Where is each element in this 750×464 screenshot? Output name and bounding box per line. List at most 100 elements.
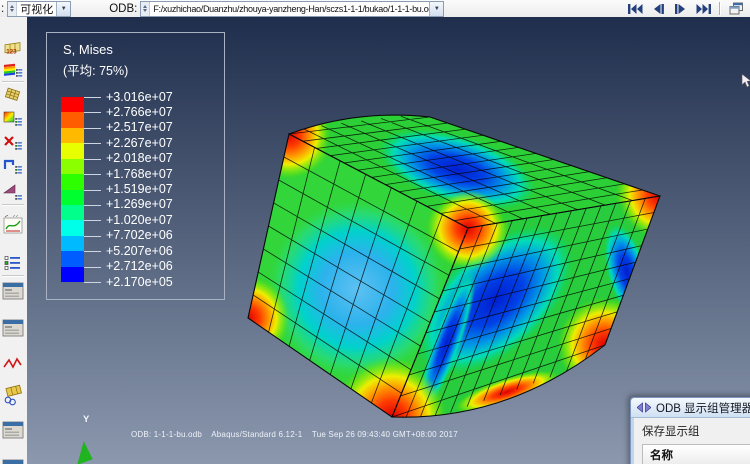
- toolbox-button-6[interactable]: [2, 157, 24, 178]
- legend-value: +2.170e+05: [106, 274, 173, 289]
- toolbox-separator: [2, 275, 24, 277]
- next-frame-icon: [674, 3, 685, 14]
- chevron-down-icon[interactable]: ▼: [56, 1, 71, 16]
- legend-swatch: [61, 143, 84, 159]
- spectrum-list-icon: [4, 63, 23, 77]
- legend-value: +2.517e+07: [106, 120, 173, 135]
- legend-tick: [84, 220, 101, 222]
- legend-value: +2.712e+06: [106, 259, 173, 274]
- legend-tick: [84, 112, 101, 114]
- ramp-options-icon: [3, 183, 22, 200]
- context-toolbar: : 可视化 ▼ ODB: F:/xuzhichao/Duanzhu/zhouya…: [0, 0, 750, 18]
- contour-legend: S, Mises (平均: 75%) +3.016e+07 +2.766e+07 +…: [46, 32, 225, 300]
- toolbox-button-8[interactable]: [2, 213, 24, 237]
- toolbox-button-12[interactable]: [2, 355, 24, 371]
- previous-frame-button[interactable]: [646, 0, 669, 17]
- linked-viewports-button[interactable]: [725, 0, 748, 17]
- legend-value: +2.766e+07: [106, 104, 173, 119]
- toolbox-button-13[interactable]: [2, 383, 24, 407]
- legend-tick: [84, 251, 101, 253]
- toolbox-button-2[interactable]: [2, 59, 24, 80]
- toolbox-button-7[interactable]: [2, 180, 24, 201]
- legend-swatch: [61, 112, 84, 128]
- legend-tick: [84, 204, 101, 206]
- view-cut-options-icon: [3, 159, 22, 174]
- legend-swatch: [61, 251, 84, 267]
- legend-swatch: [61, 266, 84, 283]
- odb-path-combo[interactable]: F:/xuzhichao/Duanzhu/zhouya-yanzheng-Han…: [140, 0, 445, 17]
- first-frame-button[interactable]: [623, 0, 646, 17]
- legend-value: +2.018e+07: [106, 151, 173, 166]
- legend-tick: [84, 266, 101, 268]
- legend-tick: [84, 282, 101, 283]
- frame-navigation: [623, 0, 750, 17]
- legend-value: +7.702e+06: [106, 228, 173, 243]
- legend-scale: +3.016e+07 +2.766e+07 +2.517e+07 +2.267e+07…: [61, 90, 221, 292]
- legend-value: +1.768e+07: [106, 166, 173, 181]
- dialog-title: ODB 显示组管理器: [656, 402, 750, 415]
- abaqus-viewer-window: : 可视化 ▼ ODB: F:/xuzhichao/Duanzhu/zhouya…: [0, 0, 750, 464]
- next-frame-button[interactable]: [669, 0, 692, 17]
- legend-value: +5.207e+06: [106, 243, 173, 258]
- odb-path-value: F:/xuzhichao/Duanzhu/zhouya-yanzheng-Han…: [153, 3, 430, 14]
- toolbox-button-14[interactable]: [2, 419, 24, 440]
- toolbox-button-15[interactable]: [2, 457, 24, 464]
- dialog-window-icon: [2, 282, 24, 299]
- legend-value: +1.269e+07: [106, 197, 173, 212]
- deformed-mesh-icon: [4, 87, 21, 101]
- legend-swatch: [61, 220, 84, 236]
- module-label: :: [1, 2, 5, 15]
- legend-tick: [84, 127, 101, 129]
- legend-swatch: [61, 174, 84, 190]
- legend-tick: [84, 189, 101, 191]
- legend-value: +1.020e+07: [106, 212, 173, 227]
- mouse-cursor-icon: [741, 74, 750, 88]
- delete-result-icon: [4, 135, 22, 150]
- toolbox-button-3[interactable]: [2, 85, 24, 106]
- chevron-down-icon[interactable]: ▼: [429, 1, 444, 16]
- legend-tick: [84, 143, 101, 145]
- dialog-window-icon: [2, 459, 24, 464]
- dialog-window-icon: [2, 421, 24, 438]
- last-frame-button[interactable]: [692, 0, 715, 17]
- triad-arrow-icon: [77, 441, 93, 464]
- legend-swatch: [61, 127, 84, 144]
- toolbar-separator: [719, 2, 721, 15]
- legend-value: +2.267e+07: [106, 135, 173, 150]
- toolbox-button-9[interactable]: [2, 255, 24, 271]
- legend-swatch: [61, 158, 84, 175]
- toolbox-button-11[interactable]: [2, 317, 24, 338]
- spinner-icon[interactable]: [141, 1, 151, 16]
- toolbox-button-4[interactable]: [2, 109, 24, 130]
- contour-options-icon: [3, 111, 22, 126]
- toolbox-button-5[interactable]: [2, 133, 24, 154]
- svg-text:123: 123: [6, 48, 17, 55]
- legend-tick: [84, 174, 101, 176]
- odb-manager-icon: [637, 402, 651, 413]
- toolbox-button-1[interactable]: 123: [2, 37, 24, 58]
- numbered-grid-icon: 123: [4, 41, 21, 55]
- dialog-window-icon: [2, 319, 24, 336]
- odb-display-group-manager-dialog: ODB 显示组管理器 保存显示组 名称: [630, 397, 750, 464]
- toolbox-separator: [2, 204, 24, 206]
- legend-value: +1.519e+07: [106, 182, 173, 196]
- spinner-icon[interactable]: [8, 1, 18, 16]
- legend-subtitle: (平均: 75%): [63, 64, 129, 78]
- cascade-windows-icon: [729, 2, 743, 15]
- dialog-body: 保存显示组 名称: [634, 418, 750, 464]
- viewport-canvas[interactable]: S, Mises (平均: 75%) +3.016e+07 +2.766e+07 +…: [27, 17, 750, 464]
- odb-status-text: ODB: 1-1-1-bu.odb Abaqus/Standard 6.12-1…: [131, 430, 458, 439]
- legend-swatch: [61, 204, 84, 221]
- legend-tick: [84, 97, 101, 98]
- legend-value: +3.016e+07: [106, 89, 173, 104]
- toolbox-separator: [2, 81, 24, 83]
- previous-frame-icon: [653, 3, 664, 14]
- legend-swatch: [61, 97, 84, 113]
- display-group-list-icon: [4, 256, 20, 270]
- legend-tick: [84, 235, 101, 237]
- module-combo[interactable]: 可视化 ▼: [7, 0, 72, 17]
- dialog-titlebar[interactable]: ODB 显示组管理器: [631, 398, 750, 418]
- name-column-header[interactable]: 名称: [642, 444, 750, 464]
- legend-swatch: [61, 189, 84, 205]
- toolbox-button-10[interactable]: [2, 280, 24, 301]
